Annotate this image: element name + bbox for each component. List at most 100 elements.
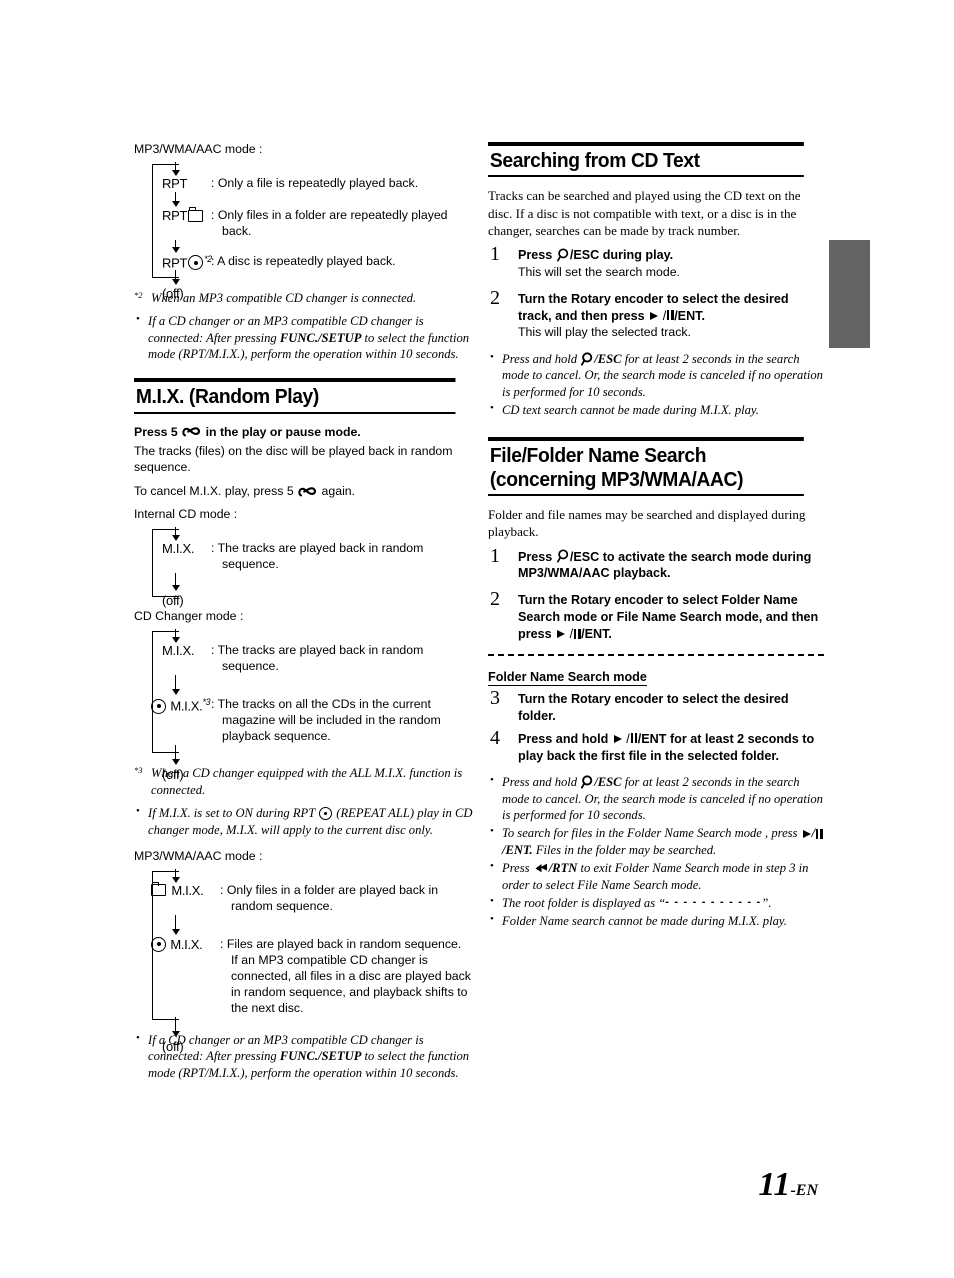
cd-text-intro: Tracks can be searched and played using …: [488, 188, 801, 238]
manual-page: MP3/WMA/AAC mode : RPT : Only a file is …: [0, 0, 954, 1278]
note-folder-search-files: To search for files in the Folder Name S…: [488, 824, 824, 858]
folder-icon: [188, 207, 204, 222]
flow-desc: : Only files in a folder are played back…: [220, 882, 439, 913]
mix-shuffle-icon: [182, 426, 201, 438]
flow-arrow: [171, 914, 181, 937]
flow-row-rpt-file: RPT : Only a file is repeatedly played b…: [134, 176, 476, 192]
step-sub: This will set the search mode.: [518, 265, 680, 280]
flow-term: M.I.X.: [162, 541, 195, 557]
mix-changer-flow-diagram: M.I.X. : The tracks are played back in r…: [134, 629, 476, 782]
flow-row-mix: M.I.X. : The tracks are played back in r…: [134, 643, 476, 675]
flow-term: RPT *2: [162, 253, 212, 271]
mp3-mix-mode-label: MP3/WMA/AAC mode :: [134, 848, 263, 863]
disc-icon: [188, 255, 204, 271]
flow-arrow: [171, 239, 181, 254]
folder-icon: [151, 882, 166, 897]
flow-arrow: [171, 162, 181, 176]
flow-arrow: [171, 745, 181, 767]
note-mix-repeat-all: If M.I.X. is set to ON during RPT (REPEA…: [134, 804, 476, 838]
footnote-2: *2 When an MP3 compatible CD changer is c…: [134, 290, 417, 305]
flow-row-mix: M.I.X. : The tracks are played back in r…: [134, 541, 476, 573]
flow-term: RPT: [134, 207, 209, 223]
step-number: 4: [490, 726, 500, 749]
flow-desc: : The tracks are played back in random se…: [211, 643, 424, 674]
search-icon: [556, 248, 570, 262]
step-number: 1: [490, 243, 500, 266]
flow-desc: : The tracks on all the CDs in the curre…: [211, 697, 441, 744]
flow-arrow: [171, 675, 181, 697]
play-icon: [557, 630, 566, 639]
step-number: 2: [490, 588, 500, 611]
pause-icon: [630, 733, 638, 744]
flow-desc: : The tracks are played back in random se…: [211, 541, 424, 572]
mix-press-body: The tracks (files) on the disc will be p…: [134, 443, 453, 475]
flow-arrow: [171, 270, 181, 286]
flow-arrow: [171, 527, 181, 542]
search-icon: [556, 549, 570, 563]
pause-icon: [816, 828, 823, 839]
flow-desc: : Only files in a folder are repeatedly …: [211, 207, 448, 238]
flow-desc: : Files are played back in random sequen…: [220, 936, 471, 1015]
cd-changer-mode-label: CD Changer mode :: [134, 609, 244, 624]
rpt-mp3-flow-diagram: RPT : Only a file is repeatedly played b…: [134, 162, 476, 301]
flow-row-rpt-disc: RPT *2 : A disc is repeatedly played back…: [134, 253, 476, 271]
flow-arrow: [171, 868, 181, 883]
step-lead: Turn the Rotary encoder to select Folder…: [518, 593, 819, 641]
root-folder-dashes: - - - - - - - - - - -: [665, 895, 762, 908]
disc-icon: [151, 698, 166, 714]
step-1-cd-text: 1 Press /ESC during play. This will set …: [488, 243, 824, 280]
step-1-file-folder: 1 Press /ESC to activate the search mode…: [488, 544, 824, 583]
section-edge-tab: [829, 240, 870, 348]
step-number: 1: [490, 544, 500, 567]
disc-icon: [151, 936, 166, 952]
step-lead: Press and hold //ENT for at least 2 seco…: [518, 731, 815, 763]
note-folder-search-cancel: Press and hold /ESC for at least 2 secon…: [488, 773, 824, 823]
section-heading-cd-text-search: Searching from CD Text: [488, 142, 804, 178]
mp3-rpt-mode-label: MP3/WMA/AAC mode :: [134, 142, 263, 156]
play-icon: [613, 734, 622, 743]
disc-icon: [319, 806, 333, 820]
step-lead: Turn the Rotary encoder to select the de…: [518, 691, 789, 723]
page-number: 11-EN: [758, 1166, 818, 1203]
flow-row-off: (off): [134, 593, 476, 608]
step-2-file-folder: 2 Turn the Rotary encoder to select Fold…: [488, 588, 824, 643]
note-cd-text-cancel: Press and hold /ESC for at least 2 secon…: [488, 350, 824, 400]
search-icon: [581, 775, 594, 790]
step-lead: Turn the Rotary encoder to select the de…: [518, 291, 789, 323]
note-folder-search-mix: Folder Name search cannot be made during…: [488, 912, 824, 929]
internal-cd-mode-label: Internal CD mode :: [134, 507, 238, 522]
flow-row-disc-mix: M.I.X. : Files are played back in random…: [134, 937, 476, 1017]
step-2-cd-text: 2 Turn the Rotary encoder to select the …: [488, 286, 824, 341]
flow-term: M.I.X.: [134, 882, 218, 898]
return-icon: [534, 862, 548, 874]
subheading-folder-name-search-mode: Folder Name Search mode: [488, 669, 647, 686]
note-folder-search-rtn: Press /RTN to exit Folder Name Search mo…: [488, 859, 824, 893]
step-lead: Press /ESC during play.: [518, 248, 674, 263]
mix-mp3-flow-diagram: M.I.X. : Only files in a folder are play…: [134, 868, 476, 1054]
flow-term: M.I.X.: [162, 643, 195, 659]
step-number: 3: [490, 686, 500, 709]
pause-icon: [574, 628, 581, 639]
step-4-folder-search: 4 Press and hold //ENT for at least 2 se…: [488, 726, 824, 765]
step-3-folder-search: 3 Turn the Rotary encoder to select the …: [488, 686, 824, 725]
note-cd-text-mix: CD text search cannot be made during M.I…: [488, 401, 824, 418]
step-number: 2: [490, 286, 500, 309]
pause-icon: [667, 310, 674, 321]
right-column: Searching from CD Text Tracks can be sea…: [488, 142, 824, 932]
play-icon: [650, 311, 659, 320]
section-divider: [488, 653, 824, 656]
left-column: MP3/WMA/AAC mode : RPT : Only a file is …: [134, 142, 476, 1083]
flow-desc: : Only a file is repeatedly played back.: [211, 176, 419, 190]
note-cd-changer-func-setup: If a CD changer or an MP3 compatible CD …: [134, 312, 476, 362]
flow-arrow: [171, 629, 181, 644]
step-sub: This will play the selected track.: [518, 325, 691, 340]
flow-desc: : A disc is repeatedly played back.: [211, 253, 396, 268]
flow-term: (off): [162, 593, 184, 609]
footnote-3: *3 When a CD changer equipped with the AL…: [134, 765, 463, 797]
flow-row-folder-mix: M.I.X. : Only files in a folder are play…: [134, 882, 476, 915]
flow-term: M.I.X.: [134, 937, 218, 952]
file-folder-intro: Folder and file names may be searched an…: [488, 506, 806, 540]
note-mix-func-setup: If a CD changer or an MP3 compatible CD …: [134, 1031, 476, 1081]
flow-row-rpt-folder: RPT : Only files in a folder are repeate…: [134, 207, 476, 240]
mix-shuffle-icon: [298, 486, 317, 498]
